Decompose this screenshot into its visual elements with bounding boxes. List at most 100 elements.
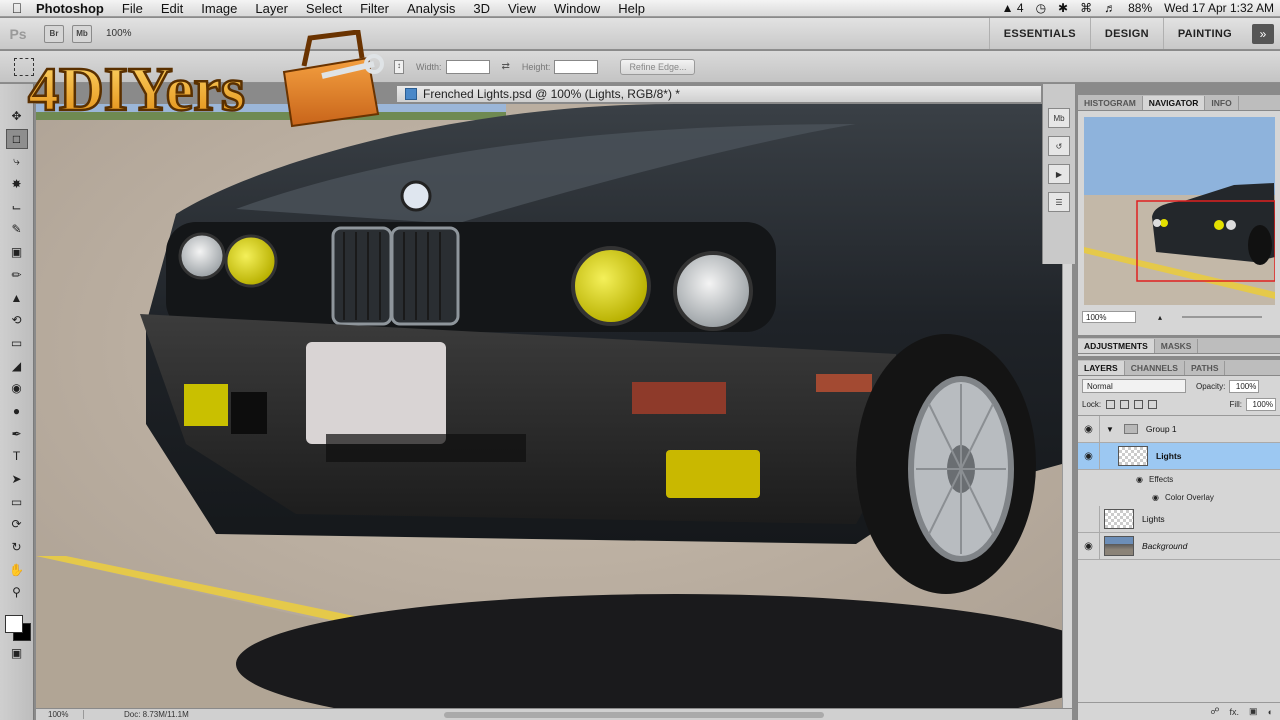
color-swatches[interactable]	[3, 613, 31, 643]
menu-edit[interactable]: Edit	[152, 1, 192, 16]
group-expand-icon[interactable]: ▼	[1106, 425, 1114, 434]
style-dropdown[interactable]: ↕	[394, 59, 404, 74]
menu-app[interactable]: Photoshop	[34, 1, 113, 16]
blur-tool-icon[interactable]: ●	[6, 401, 28, 421]
more-workspaces-icon[interactable]: »	[1252, 23, 1274, 44]
rectangular-marquee-tool-icon[interactable]: □	[5, 128, 28, 149]
eraser-tool-icon[interactable]: ▭	[6, 333, 28, 353]
healing-brush-tool-icon[interactable]: ▣	[6, 242, 28, 262]
workspace-painting[interactable]: PAINTING	[1162, 18, 1246, 49]
visibility-eye-hidden[interactable]	[1078, 506, 1100, 532]
visibility-eye-icon[interactable]: ◉	[1078, 533, 1100, 559]
foreground-color-swatch[interactable]	[4, 615, 23, 634]
eyedropper-tool-icon[interactable]: ✎	[6, 219, 28, 239]
menu-layer[interactable]: Layer	[246, 1, 297, 16]
swap-dimensions-icon[interactable]: ⇄	[502, 61, 510, 72]
menu-help[interactable]: Help	[609, 1, 654, 16]
3d-orbit-tool-icon[interactable]: ↻	[6, 537, 28, 557]
brush-tool-icon[interactable]: ✏	[6, 265, 28, 285]
layer-row-selected[interactable]: ◉ Lights	[1078, 443, 1280, 470]
paint-bucket-tool-icon[interactable]: ◢	[6, 356, 28, 376]
tab-masks[interactable]: MASKS	[1155, 339, 1199, 353]
navigator-preview[interactable]	[1084, 117, 1275, 305]
history-brush-tool-icon[interactable]: ⟲	[6, 310, 28, 330]
clock[interactable]: Wed 17 Apr 1:32 AM	[1164, 1, 1274, 15]
menu-window[interactable]: Window	[545, 1, 609, 16]
layer-row-group[interactable]: ◉ ▼ Group 1	[1078, 416, 1280, 443]
navigator-zoom-slider[interactable]	[1182, 316, 1263, 318]
3d-rotate-tool-icon[interactable]: ⟳	[6, 514, 28, 534]
channel-logo: 4DIYers	[22, 29, 392, 130]
visibility-eye-icon[interactable]: ◉	[1078, 443, 1100, 469]
blend-mode-select[interactable]: Normal	[1082, 379, 1186, 393]
layer-row-lights[interactable]: Lights	[1078, 506, 1280, 533]
menu-analysis[interactable]: Analysis	[398, 1, 464, 16]
refine-edge-button[interactable]: Refine Edge...	[620, 58, 696, 75]
crop-tool-icon[interactable]: ⌙	[6, 197, 28, 217]
tab-paths[interactable]: PATHS	[1185, 361, 1226, 375]
lasso-tool-icon[interactable]: ⤷	[6, 151, 28, 171]
layer-row-background[interactable]: ◉ Background	[1078, 533, 1280, 560]
zoom-tool-icon[interactable]: ⚲	[6, 582, 28, 602]
fill-field[interactable]: 100%	[1246, 398, 1276, 411]
tab-adjustments[interactable]: ADJUSTMENTS	[1078, 339, 1155, 353]
minibridge-panel-icon[interactable]: Mb	[1048, 108, 1070, 128]
workspace-design[interactable]: DESIGN	[1089, 18, 1163, 49]
height-field[interactable]	[554, 59, 599, 74]
shape-tool-icon[interactable]: ▭	[6, 492, 28, 512]
navigator-zoom-field[interactable]: 100%	[1082, 311, 1136, 323]
color-overlay-row[interactable]: ◉ Color Overlay	[1078, 488, 1280, 506]
width-field[interactable]	[445, 59, 490, 74]
add-mask-icon[interactable]: ▣	[1249, 706, 1258, 717]
menu-image[interactable]: Image	[192, 1, 246, 16]
tab-channels[interactable]: CHANNELS	[1125, 361, 1185, 375]
lock-pixels-icon[interactable]	[1120, 400, 1130, 409]
visibility-eye-icon[interactable]: ◉	[1078, 416, 1100, 442]
menu-view[interactable]: View	[499, 1, 545, 16]
zoom-out-icon[interactable]: ▴	[1158, 313, 1162, 322]
status-zoom[interactable]: 100%	[36, 710, 84, 719]
document-canvas[interactable]	[36, 104, 1062, 708]
hand-tool-icon[interactable]: ✋	[6, 560, 28, 580]
wifi-icon[interactable]: ⌘	[1080, 1, 1092, 15]
tab-info[interactable]: INFO	[1205, 96, 1239, 110]
menu-file[interactable]: File	[113, 1, 152, 16]
actions-panel-icon[interactable]: ▶	[1048, 164, 1070, 184]
fx-icon[interactable]: fx.	[1230, 707, 1240, 717]
status-doc-info[interactable]: Doc: 8.73M/11.1M	[84, 710, 284, 719]
pen-tool-icon[interactable]: ✒	[6, 424, 28, 444]
link-layers-icon[interactable]: ☍	[1210, 706, 1219, 717]
type-tool-icon[interactable]: T	[6, 446, 28, 466]
navigator-thumbnail	[1084, 117, 1275, 305]
battery-status[interactable]: 88%	[1128, 1, 1152, 15]
path-selection-tool-icon[interactable]: ➤	[6, 469, 28, 489]
workspace-essentials[interactable]: ESSENTIALS	[988, 18, 1090, 49]
canvas-horizontal-scrollbar[interactable]	[444, 711, 824, 718]
quick-selection-tool-icon[interactable]: ✸	[6, 174, 28, 194]
effect-eye-icon[interactable]: ◉	[1152, 493, 1159, 502]
tab-histogram[interactable]: HISTOGRAM	[1078, 96, 1143, 110]
menu-filter[interactable]: Filter	[351, 1, 398, 16]
document-tab[interactable]: Frenched Lights.psd @ 100% (Lights, RGB/…	[396, 85, 1042, 103]
bluetooth-icon[interactable]: ✱	[1058, 1, 1068, 15]
time-machine-icon[interactable]: ◷	[1036, 1, 1046, 15]
clone-stamp-tool-icon[interactable]: ▲	[6, 288, 28, 308]
adobe-icon[interactable]: ▲ 4	[1002, 1, 1024, 15]
lock-all-icon[interactable]	[1148, 400, 1158, 409]
dodge-tool-icon[interactable]: ◉	[6, 378, 28, 398]
volume-icon[interactable]: ♬	[1104, 1, 1116, 15]
adjustment-layer-icon[interactable]: ◐	[1268, 707, 1273, 717]
lock-transparency-icon[interactable]	[1106, 400, 1116, 409]
menu-select[interactable]: Select	[297, 1, 351, 16]
apple-icon[interactable]: 	[0, 0, 34, 16]
opacity-field[interactable]: 100%	[1229, 379, 1260, 393]
quick-mask-icon[interactable]: ▣	[6, 643, 28, 663]
tab-navigator[interactable]: NAVIGATOR	[1142, 96, 1206, 110]
effects-row[interactable]: ◉ Effects	[1078, 470, 1280, 488]
history-panel-icon[interactable]: ↺	[1048, 136, 1070, 156]
tab-layers[interactable]: LAYERS	[1078, 361, 1125, 375]
menu-3d[interactable]: 3D	[464, 1, 499, 16]
clone-source-panel-icon[interactable]: ☰	[1048, 192, 1070, 212]
lock-position-icon[interactable]	[1134, 400, 1144, 409]
effects-eye-icon[interactable]: ◉	[1136, 475, 1143, 484]
